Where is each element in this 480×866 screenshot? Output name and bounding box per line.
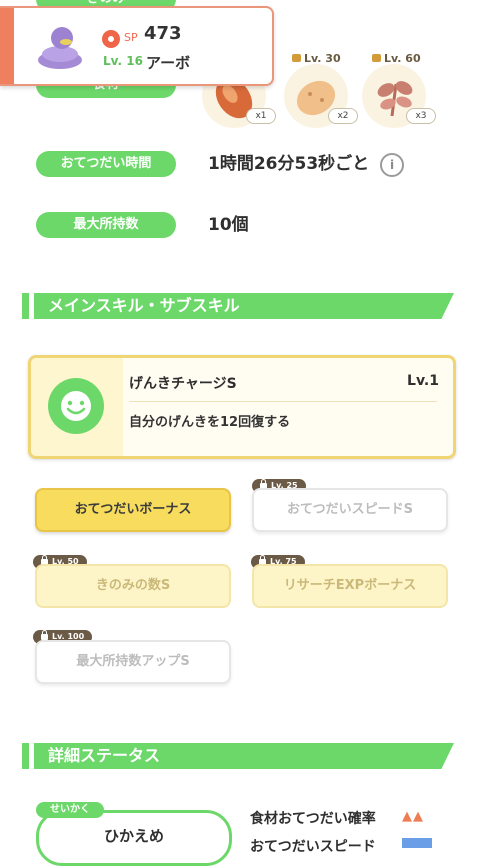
nature-label: せいかく [36, 802, 104, 818]
card-accent [0, 8, 14, 84]
main-skill-level: Lv.1 [407, 373, 439, 389]
sub-skill-1-button[interactable]: おてつだいボーナス [35, 488, 231, 532]
main-skill-card[interactable]: げんきチャージS Lv.1 自分のげんきを12回復する [28, 355, 456, 459]
header-tab [22, 293, 29, 319]
smile-face-icon [48, 378, 104, 434]
main-skill-description: 自分のげんきを12回復する [129, 415, 291, 430]
help-time-value: 1時間26分53秒ごと [208, 154, 370, 174]
ingredient-count-3: x3 [406, 108, 436, 124]
details-section-title: 詳細ステータス [48, 746, 161, 765]
sp-value: 473 [144, 23, 182, 44]
sub-skill-3-button[interactable]: きのみの数S [35, 564, 231, 608]
sub-skill-5-button[interactable]: 最大所持数アップS [35, 640, 231, 684]
ingredient-count-1: x1 [246, 108, 276, 124]
main-skill-name: げんきチャージS [129, 376, 237, 392]
pokemon-summary-card[interactable]: SP 473 Lv. 16 アーボ [0, 6, 274, 86]
max-carry-value: 10個 [208, 215, 249, 235]
nature-box[interactable]: ひかえめ [36, 810, 232, 866]
max-carry-label: 最大所持数 [36, 212, 176, 238]
header-tab [22, 743, 29, 769]
help-time-label: おてつだい時間 [36, 151, 176, 177]
sub-skill-2-button[interactable]: おてつだいスピードS [252, 488, 448, 532]
lock-icon [292, 54, 301, 62]
pokemon-level: Lv. 16 [103, 54, 143, 68]
details-section-header: 詳細ステータス [22, 743, 454, 769]
skills-section-header: メインスキル・サブスキル [22, 293, 454, 319]
pokemon-name: アーボ [146, 54, 191, 72]
skills-section-title: メインスキル・サブスキル [48, 296, 240, 315]
sub-skill-4-button[interactable]: リサーチEXPボーナス [252, 564, 448, 608]
detail-row-2-label: おてつだいスピード [250, 839, 376, 855]
skill-icon-panel [31, 358, 123, 456]
sp-ball-icon [102, 30, 120, 48]
nature-value: ひかえめ [103, 827, 164, 845]
lock-icon [372, 54, 381, 62]
up-arrows-icon: ▲▲ [402, 809, 424, 824]
down-arrows-icon [402, 838, 432, 848]
detail-row-1-label: 食材おてつだい確率 [250, 811, 376, 827]
info-icon[interactable]: i [380, 153, 404, 177]
arbok-sprite-icon [38, 27, 82, 69]
sp-label: SP [124, 31, 138, 44]
skill-divider [129, 401, 437, 402]
ingredient-count-2: x2 [328, 108, 358, 124]
